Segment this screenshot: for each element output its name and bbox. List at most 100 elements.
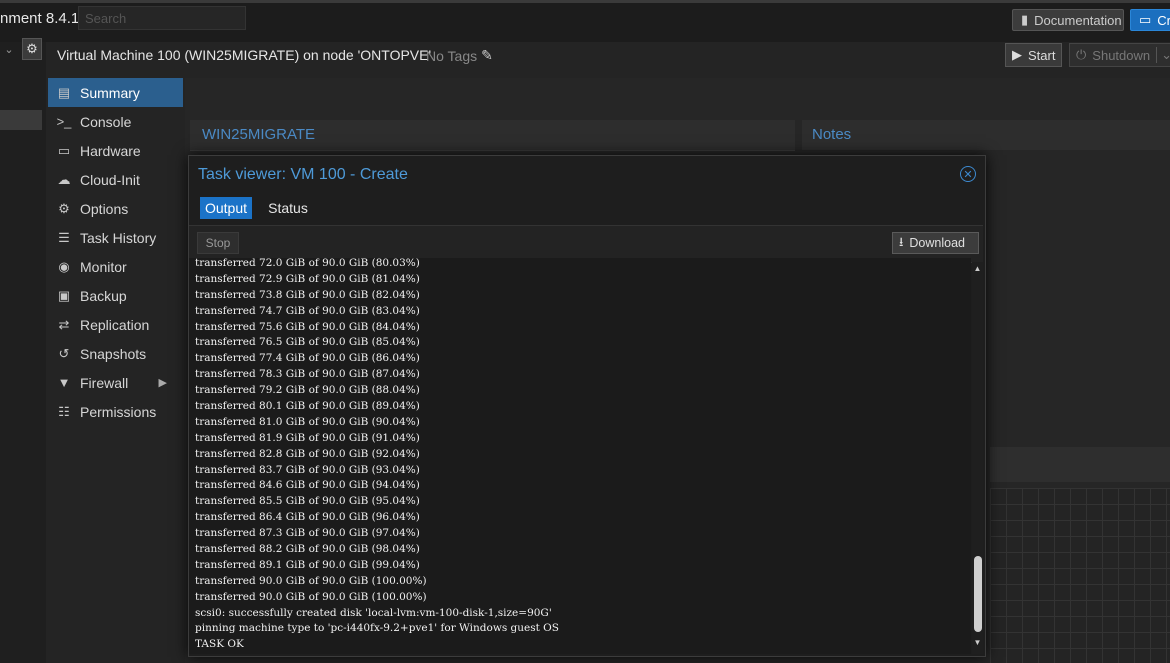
menu-item-backup[interactable]: ▣ Backup xyxy=(48,281,183,310)
menu-item-label: Backup xyxy=(80,287,127,304)
log-line: transferred 81.0 GiB of 90.0 GiB (90.04%… xyxy=(195,415,420,428)
log-line: transferred 81.9 GiB of 90.0 GiB (91.04%… xyxy=(195,431,420,444)
play-icon: ▶ xyxy=(1012,47,1022,62)
menu-item-firewall[interactable]: ▼ Firewall ▶ xyxy=(48,368,183,397)
download-button[interactable]: ⭳ Download xyxy=(892,232,979,254)
menu-item-label: Firewall xyxy=(80,374,129,391)
menu-item-hardware[interactable]: ▭ Hardware xyxy=(48,136,183,165)
start-button[interactable]: ▶ Start xyxy=(1005,43,1062,67)
pencil-icon[interactable]: ✎ xyxy=(481,47,493,64)
scroll-down-arrow-icon[interactable]: ▼ xyxy=(972,638,983,650)
app-title: nment 8.4.1 xyxy=(0,10,80,27)
cloud-icon: ☁ xyxy=(57,171,71,187)
log-line: transferred 90.0 GiB of 90.0 GiB (100.00… xyxy=(195,590,427,603)
eye-icon: ◉ xyxy=(58,258,70,274)
download-label: Download xyxy=(909,236,965,250)
menu-item-console[interactable]: >_ Console xyxy=(48,107,183,136)
documentation-button[interactable]: ▮ Documentation xyxy=(1012,9,1124,31)
book-icon: ▤ xyxy=(57,84,71,100)
terminal-icon: >_ xyxy=(56,114,72,129)
vm-status-panel-title: WIN25MIGRATE xyxy=(202,126,316,143)
shield-icon: ▼ xyxy=(57,375,71,390)
log-line: transferred 88.2 GiB of 90.0 GiB (98.04%… xyxy=(195,543,420,556)
start-label: Start xyxy=(1028,47,1056,63)
list-icon: ☰ xyxy=(58,229,70,245)
menu-item-cloud-init[interactable]: ☁ Cloud-Init xyxy=(48,165,183,194)
desktop-icon: ▭ xyxy=(57,142,71,158)
shutdown-label: Shutdown xyxy=(1092,47,1151,63)
menu-item-label: Monitor xyxy=(80,258,127,275)
log-line: transferred 78.3 GiB of 90.0 GiB (87.04%… xyxy=(195,368,420,381)
retweet-icon: ⇄ xyxy=(58,316,70,332)
tree-settings-gear-icon[interactable]: ⚙ xyxy=(22,38,42,60)
expand-arrow-icon[interactable]: ▶ xyxy=(159,376,167,389)
view-dropdown-chevron-icon[interactable]: ⌄ xyxy=(0,38,18,60)
log-line: scsi0: successfully created disk 'local-… xyxy=(195,606,552,619)
menu-item-label: Cloud-Init xyxy=(80,171,140,188)
log-line: transferred 85.5 GiB of 90.0 GiB (95.04%… xyxy=(195,495,420,508)
menu-item-options[interactable]: ⚙ Options xyxy=(48,194,183,223)
menu-item-permissions[interactable]: ☷ Permissions xyxy=(48,397,183,426)
log-line: transferred 86.4 GiB of 90.0 GiB (96.04%… xyxy=(195,511,420,524)
create-vm-button[interactable]: ▭ Cre xyxy=(1130,9,1170,31)
log-line: transferred 83.7 GiB of 90.0 GiB (93.04%… xyxy=(195,463,420,476)
log-line: transferred 84.6 GiB of 90.0 GiB (94.04%… xyxy=(195,479,420,492)
notes-panel-header xyxy=(802,120,1170,150)
log-line: transferred 75.6 GiB of 90.0 GiB (84.04%… xyxy=(195,320,420,333)
desktop-icon: ▭ xyxy=(1139,12,1152,27)
graph-panel-header xyxy=(990,447,1170,482)
vm-title: Virtual Machine 100 (WIN25MIGRATE) on no… xyxy=(57,47,432,63)
menu-item-replication[interactable]: ⇄ Replication xyxy=(48,310,183,339)
close-icon[interactable]: ✕ xyxy=(960,166,976,182)
menu-item-task-history[interactable]: ☰ Task History xyxy=(48,223,183,252)
gear-icon: ⚙ xyxy=(58,200,70,216)
log-line: transferred 80.1 GiB of 90.0 GiB (89.04%… xyxy=(195,400,420,413)
scrollbar-thumb[interactable] xyxy=(974,556,982,632)
unlock-icon: ☷ xyxy=(58,403,70,419)
power-icon: ⏻ xyxy=(1076,47,1087,62)
vm-nav-menu: ▤ Summary >_ Console ▭ Hardware ☁ Cloud-Init ⚙ Op… xyxy=(48,78,183,426)
book-icon: ▮ xyxy=(1021,12,1029,27)
menu-item-summary[interactable]: ▤ Summary xyxy=(48,78,183,107)
menu-item-label: Console xyxy=(80,113,132,130)
shutdown-button[interactable]: ⏻ Shutdown ⌄ xyxy=(1069,43,1170,67)
search-input[interactable] xyxy=(78,6,246,30)
dialog-title: Task viewer: VM 100 - Create xyxy=(198,166,408,183)
resource-tree xyxy=(0,42,46,663)
download-icon: ⭳ xyxy=(899,234,904,249)
menu-item-label: Task History xyxy=(80,229,157,246)
tree-selected-node[interactable] xyxy=(0,110,42,130)
log-line: transferred 72.0 GiB of 90.0 GiB (80.03%… xyxy=(195,258,420,269)
log-line: transferred 82.8 GiB of 90.0 GiB (92.04%… xyxy=(195,447,420,460)
tab-status[interactable]: Status xyxy=(262,197,314,219)
log-line: transferred 77.4 GiB of 90.0 GiB (86.04%… xyxy=(195,352,420,365)
log-line: transferred 72.9 GiB of 90.0 GiB (81.04%… xyxy=(195,272,420,285)
task-log-output[interactable]: transferred 72.0 GiB of 90.0 GiB (80.03%… xyxy=(189,258,971,654)
tags-label: No Tags xyxy=(426,47,478,64)
shutdown-dropdown-chevron-icon[interactable]: ⌄ xyxy=(1156,47,1170,63)
graph-grid xyxy=(990,488,1170,663)
log-line: transferred 74.7 GiB of 90.0 GiB (83.04%… xyxy=(195,304,420,317)
menu-item-label: Hardware xyxy=(80,142,141,159)
stop-button[interactable]: Stop xyxy=(197,232,239,254)
log-line: transferred 76.5 GiB of 90.0 GiB (85.04%… xyxy=(195,336,420,349)
create-label: Cre xyxy=(1157,12,1170,28)
notes-panel-title: Notes xyxy=(812,126,852,143)
log-line: transferred 79.2 GiB of 90.0 GiB (88.04%… xyxy=(195,384,420,397)
log-line: transferred 89.1 GiB of 90.0 GiB (99.04%… xyxy=(195,558,420,571)
tab-output[interactable]: Output xyxy=(200,197,252,219)
menu-item-label: Permissions xyxy=(80,403,157,420)
scroll-up-arrow-icon[interactable]: ▲ xyxy=(972,264,983,276)
history-icon: ↺ xyxy=(58,345,70,361)
menu-item-snapshots[interactable]: ↺ Snapshots xyxy=(48,339,183,368)
log-line: transferred 73.8 GiB of 90.0 GiB (82.04%… xyxy=(195,288,420,301)
menu-item-label: Summary xyxy=(80,84,140,101)
log-line: transferred 87.3 GiB of 90.0 GiB (97.04%… xyxy=(195,527,420,540)
log-line: pinning machine type to 'pc-i440fx-9.2+p… xyxy=(195,622,559,635)
menu-item-monitor[interactable]: ◉ Monitor xyxy=(48,252,183,281)
log-line: transferred 90.0 GiB of 90.0 GiB (100.00… xyxy=(195,574,427,587)
tags-editor[interactable]: No Tags ✎ xyxy=(426,47,493,64)
documentation-label: Documentation xyxy=(1034,12,1122,28)
menu-item-label: Options xyxy=(80,200,129,217)
floppy-icon: ▣ xyxy=(57,287,71,303)
